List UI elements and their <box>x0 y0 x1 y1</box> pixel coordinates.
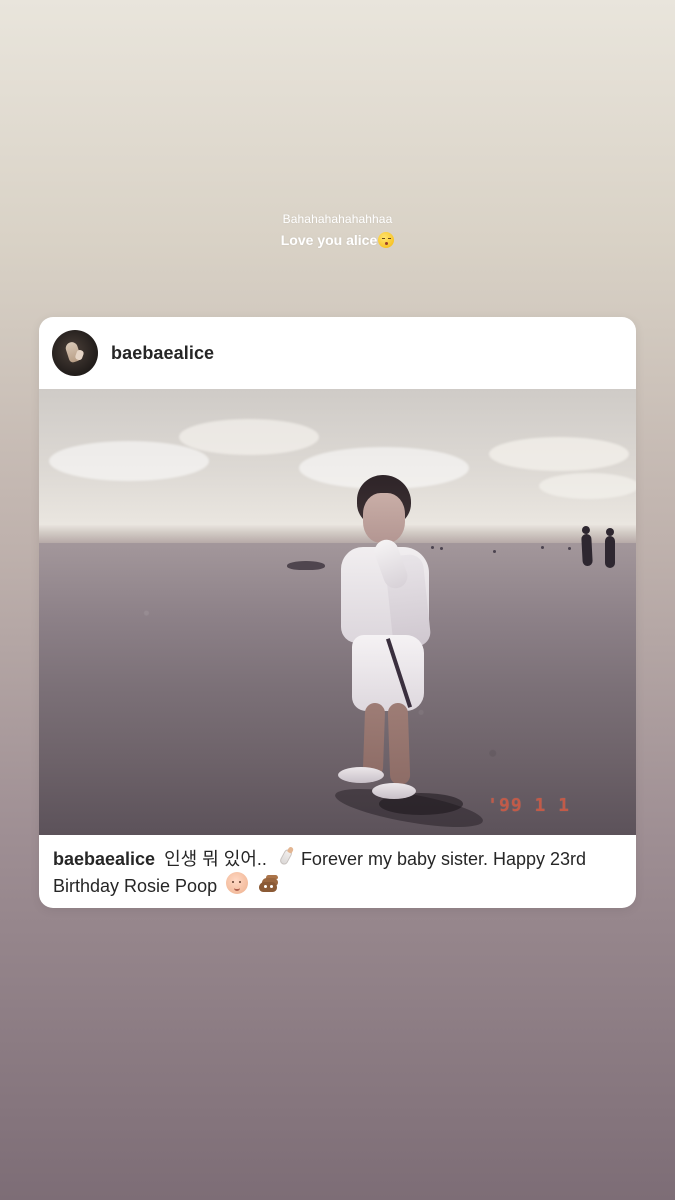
caption-username[interactable]: baebaealice <box>53 849 155 869</box>
cloud <box>179 419 319 455</box>
cloud <box>49 441 209 481</box>
avatar-hand <box>74 349 85 361</box>
child-shoe-right <box>372 783 416 799</box>
post-header[interactable]: baebaealice <box>39 317 636 389</box>
distant-person <box>568 547 571 550</box>
caption-korean-text: 인생 뭐 있어.. <box>164 849 267 869</box>
poop-icon <box>257 874 279 894</box>
photo-horizon <box>39 525 636 543</box>
profile-avatar[interactable] <box>52 330 98 376</box>
story-text-overlay: Bahahahahahahhaa Love you alice <box>0 211 675 250</box>
post-username[interactable]: baebaealice <box>111 343 214 363</box>
background-person <box>605 528 615 568</box>
distant-person <box>541 546 544 549</box>
cloud <box>489 437 629 471</box>
kissing-face-icon <box>378 232 395 248</box>
distant-person <box>431 546 434 549</box>
child-leg-right <box>387 702 411 786</box>
child-leg-left <box>362 702 386 778</box>
post-caption[interactable]: baebaealice 인생 뭐 있어.. Forever my baby si… <box>53 847 619 899</box>
background-person <box>581 533 593 567</box>
story-line-1: Bahahahahahahhaa <box>282 212 393 226</box>
story-line-2-wrapper: Love you alice <box>280 231 395 249</box>
child-face <box>363 493 405 543</box>
post-photo[interactable]: '99 1 1 <box>39 389 636 835</box>
story-line-2: Love you alice <box>280 232 378 248</box>
shared-post-card[interactable]: baebaealice '99 1 1 baebaealice 인생 뭐 있어.… <box>39 317 636 908</box>
distant-person <box>493 550 496 553</box>
cloud <box>539 473 636 499</box>
child-shoe-left <box>338 767 384 783</box>
baby-bottle-icon <box>276 847 296 867</box>
photo-date-stamp: '99 1 1 <box>487 795 570 816</box>
sand-mound <box>287 561 325 570</box>
baby-face-icon <box>226 872 249 894</box>
distant-person <box>440 547 443 550</box>
